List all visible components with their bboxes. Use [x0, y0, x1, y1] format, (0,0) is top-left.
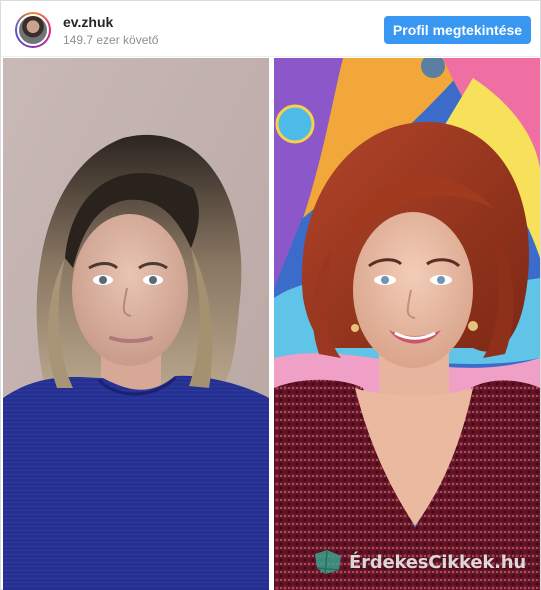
user-info: ev.zhuk 149.7 ezer követő	[63, 14, 158, 48]
view-profile-button[interactable]: Profil megtekintése	[384, 16, 531, 44]
watermark-text: ÉrdekesCikkek.hu	[349, 551, 526, 573]
profile-avatar[interactable]	[15, 12, 51, 48]
watermark: ÉrdekesCikkek.hu	[313, 548, 526, 576]
after-panel	[274, 58, 540, 590]
post-photo[interactable]: ÉrdekesCikkek.hu	[3, 58, 540, 590]
avatar-image	[17, 14, 49, 46]
follower-count: 149.7 ezer követő	[63, 33, 159, 47]
before-panel	[3, 58, 269, 590]
username[interactable]: ev.zhuk	[63, 14, 158, 31]
instagram-embed-card: ev.zhuk 149.7 ezer követő Profil megteki…	[0, 0, 541, 590]
post-header: ev.zhuk 149.7 ezer követő Profil megteki…	[1, 1, 540, 57]
site-logo-icon	[315, 549, 341, 575]
before-after-image	[3, 58, 540, 590]
